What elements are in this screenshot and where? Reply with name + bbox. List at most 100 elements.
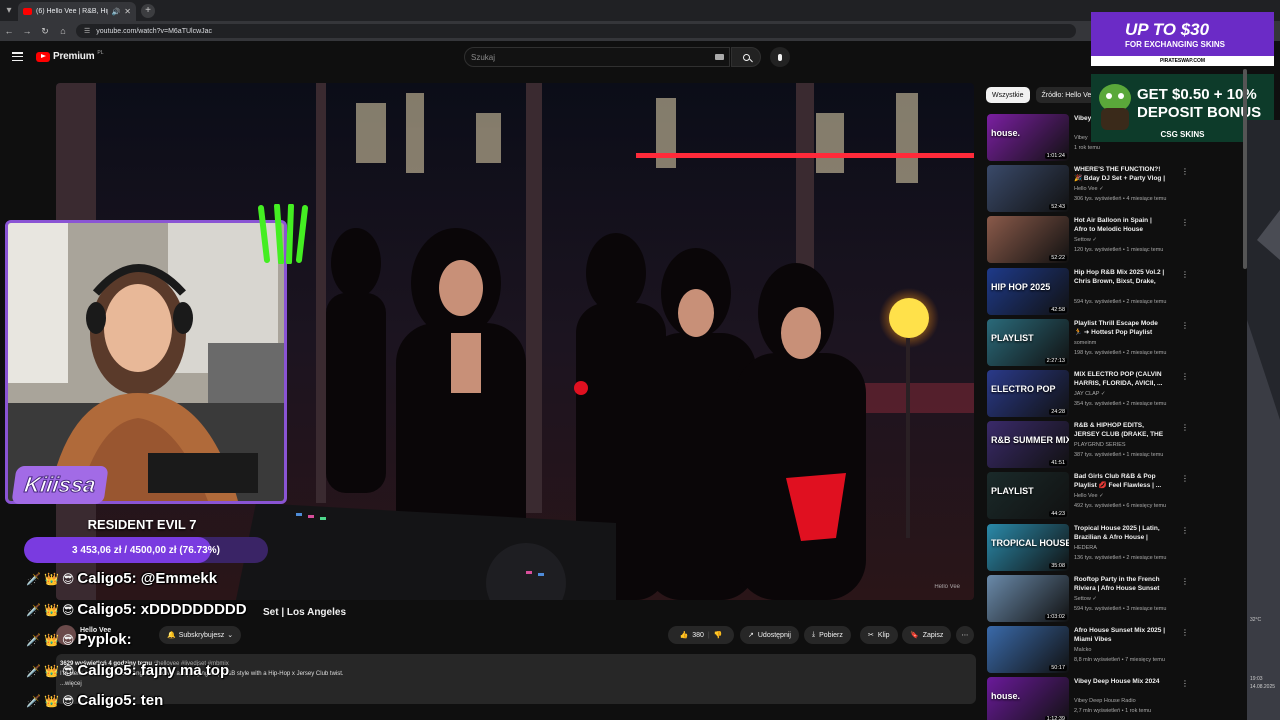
more-options-icon[interactable]: ⋮ <box>1181 167 1189 176</box>
recommendation-channel[interactable]: HEDERA <box>1074 545 1097 551</box>
tray-date[interactable]: 14.08.2025 <box>1250 684 1275 690</box>
tab-title: (6) Hello Vee | R&B, Hip-H <box>36 8 108 15</box>
site-info-icon[interactable]: ☰ <box>84 27 90 35</box>
forward-icon[interactable]: → <box>18 26 36 36</box>
chip-all[interactable]: Wszystkie <box>986 87 1030 103</box>
recommendation-title[interactable]: R&B & HIPHOP EDITS, JERSEY CLUB (DRAKE, … <box>1074 422 1166 439</box>
more-options-icon[interactable]: ⋮ <box>1181 526 1189 535</box>
video-duration: 41:51 <box>1049 460 1067 466</box>
recommendation-channel[interactable]: Settow ✓ <box>1074 237 1097 243</box>
menu-icon[interactable] <box>12 52 23 61</box>
recommendation-channel[interactable]: someinm <box>1074 340 1096 346</box>
close-tab-icon[interactable]: ✕ <box>124 7 131 16</box>
recommendation-title[interactable]: Tropical House 2025 | Latin, Brazilian &… <box>1074 525 1166 542</box>
subscribe-button[interactable]: 🔔 Subskrybujesz ⌄ <box>159 626 242 644</box>
recommendation-item[interactable]: house. 1:12:39 Vibey Deep House Mix 2024 Vi… <box>987 677 1197 720</box>
recommendation-title[interactable]: Hot Air Balloon in Spain | Afro to Melod… <box>1074 217 1166 234</box>
more-options-icon[interactable]: ⋮ <box>1181 423 1189 432</box>
clip-button[interactable]: ✂ Klip <box>860 626 898 644</box>
keyboard-icon[interactable] <box>715 54 724 60</box>
recommendation-thumbnail[interactable]: PLAYLIST 2:27:13 <box>987 319 1069 366</box>
more-options-icon[interactable]: ⋮ <box>1181 270 1189 279</box>
streamer-brand-logo: Kiiissa <box>11 466 109 504</box>
recommendation-title[interactable]: MIX ELECTRO POP (CALVIN HARRIS, FLORIDA,… <box>1074 371 1166 388</box>
recommendation-thumbnail[interactable]: TROPICAL HOUSE 35:08 <box>987 524 1069 571</box>
reload-icon[interactable]: ↻ <box>36 26 54 37</box>
recommendation-item[interactable]: 52:43 WHERE'S THE FUNCTION?! 🎉 Bday DJ Se… <box>987 165 1197 213</box>
thumbnail-text: HIP HOP 2025 <box>991 282 1051 292</box>
recommendation-thumbnail[interactable]: ELECTRO POP 24:28 <box>987 370 1069 417</box>
download-button[interactable]: ⤓ Pobierz <box>804 626 851 644</box>
recommendation-item[interactable]: TROPICAL HOUSE 35:08 Tropical House 2025 |… <box>987 524 1197 572</box>
recommendation-item[interactable]: 52:22 Hot Air Balloon in Spain | Afro to … <box>987 216 1197 264</box>
tray-time[interactable]: 19:03 <box>1250 676 1263 682</box>
recommendation-channel[interactable]: Malcko <box>1074 647 1091 653</box>
save-button[interactable]: 🔖 Zapisz <box>902 626 952 644</box>
search-button[interactable] <box>731 47 761 67</box>
recommendation-item[interactable]: HIP HOP 2025 42:58 Hip Hop R&B Mix 2025 Vo… <box>987 268 1197 316</box>
recommendation-channel[interactable]: Hello Vee ✓ <box>1074 186 1104 192</box>
recommendation-thumbnail[interactable]: HIP HOP 2025 42:58 <box>987 268 1069 315</box>
recommendation-thumbnail[interactable]: 52:22 <box>987 216 1069 263</box>
recommendation-title[interactable]: WHERE'S THE FUNCTION?! 🎉 Bday DJ Set + P… <box>1074 166 1166 183</box>
recommendation-item[interactable]: PLAYLIST 2:27:13 Playlist Thrill Escape Mo… <box>987 319 1197 367</box>
back-icon[interactable]: ← <box>0 26 18 36</box>
search-input[interactable]: Szukaj <box>464 47 730 67</box>
more-actions-icon[interactable]: ⋯ <box>956 626 974 644</box>
more-options-icon[interactable]: ⋮ <box>1181 372 1189 381</box>
recommendation-item[interactable]: 50:17 Afro House Sunset Mix 2025 | Miami … <box>987 626 1197 674</box>
recommendation-channel[interactable]: PLAYGRND SERIES <box>1074 442 1126 448</box>
recommendation-title[interactable]: Vibey Deep House Mix 2024 <box>1074 678 1166 687</box>
more-options-icon[interactable]: ⋮ <box>1181 577 1189 586</box>
share-button[interactable]: ↗ Udostępnij <box>740 626 799 644</box>
recommendation-channel[interactable]: JAY CLAP ✓ <box>1074 391 1106 397</box>
recommendation-channel[interactable]: Hello Vee ✓ <box>1074 493 1104 499</box>
thumbnail-text: TROPICAL HOUSE <box>991 538 1069 548</box>
recommendation-meta: 120 tys. wyświetleń • 1 miesiąc temu <box>1074 247 1164 253</box>
more-options-icon[interactable]: ⋮ <box>1181 321 1189 330</box>
address-bar[interactable]: ☰ youtube.com/watch?v=M6aTUlcwJac <box>76 24 1076 38</box>
recommendation-title[interactable]: Afro House Sunset Mix 2025 | Miami Vibes <box>1074 627 1166 644</box>
logo-country: PL <box>97 49 104 56</box>
recommendation-item[interactable]: R&B SUMMER MIX 41:51 R&B & HIPHOP EDITS, J… <box>987 421 1197 469</box>
chat-text: Caligo5: fajny ma top <box>77 662 230 679</box>
mic-icon <box>778 53 782 61</box>
download-icon: ⤓ <box>812 631 816 638</box>
browser-tab[interactable]: (6) Hello Vee | R&B, Hip-H 🔊 ✕ <box>18 2 136 21</box>
more-options-icon[interactable]: ⋮ <box>1181 218 1189 227</box>
recommendation-channel[interactable]: Settow ✓ <box>1074 596 1097 602</box>
brand-text: Kiiissa <box>22 472 98 498</box>
more-options-icon[interactable]: ⋮ <box>1181 628 1189 637</box>
recommendation-title[interactable]: Playlist Thrill Escape Mode 🏃 ➜ Hottest … <box>1074 320 1166 337</box>
recommendation-title[interactable]: Bad Girls Club R&B & Pop Playlist 💋 Feel… <box>1074 473 1166 490</box>
recommendation-item[interactable]: 1:03:02 Rooftop Party in the French Rivie… <box>987 575 1197 623</box>
ad-banner-pirateswap[interactable]: UP TO $30 FOR EXCHANGING SKINS PIRATESWA… <box>1091 12 1274 66</box>
recommendation-channel[interactable]: Vibey <box>1074 135 1088 141</box>
speaker-icon[interactable]: 🔊 <box>112 8 121 16</box>
more-options-icon[interactable]: ⋮ <box>1181 474 1189 483</box>
recommendation-thumbnail[interactable]: R&B SUMMER MIX 41:51 <box>987 421 1069 468</box>
youtube-logo[interactable]: Premium PL <box>36 49 104 62</box>
voice-search-button[interactable] <box>770 47 790 67</box>
recommendation-title[interactable]: Hip Hop R&B Mix 2025 Vol.2 | Chris Brown… <box>1074 269 1166 286</box>
new-tab-button[interactable]: + <box>141 3 155 18</box>
thumbnail-text: house. <box>991 128 1021 138</box>
like-count: 380 <box>692 631 704 639</box>
recommendation-thumbnail[interactable]: house. 1:12:39 <box>987 677 1069 720</box>
recommendation-title[interactable]: Rooftop Party in the French Riviera | Af… <box>1074 576 1166 593</box>
recommendation-item[interactable]: PLAYLIST 44:23 Bad Girls Club R&B & Pop Pl… <box>987 472 1197 520</box>
tab-search-icon[interactable]: ▾ <box>0 0 18 21</box>
chat-text: Pyplok: <box>77 631 132 648</box>
desc-more[interactable]: ...więcej <box>60 679 972 689</box>
recommendation-thumbnail[interactable]: 1:03:02 <box>987 575 1069 622</box>
recommendation-thumbnail[interactable]: PLAYLIST 44:23 <box>987 472 1069 519</box>
home-icon[interactable]: ⌂ <box>54 26 72 36</box>
recommendation-thumbnail[interactable]: 52:43 <box>987 165 1069 212</box>
bookmark-icon: 🔖 <box>910 632 919 639</box>
more-options-icon[interactable]: ⋮ <box>1181 679 1189 688</box>
recommendation-thumbnail[interactable]: house. 1:01:24 <box>987 114 1069 161</box>
like-button[interactable]: 👍 380 | 👎 <box>668 626 734 644</box>
recommendation-item[interactable]: ELECTRO POP 24:28 MIX ELECTRO POP (CALVIN … <box>987 370 1197 418</box>
recommendation-channel[interactable]: Vibey Deep House Radio <box>1074 698 1136 704</box>
recommendation-thumbnail[interactable]: 50:17 <box>987 626 1069 673</box>
